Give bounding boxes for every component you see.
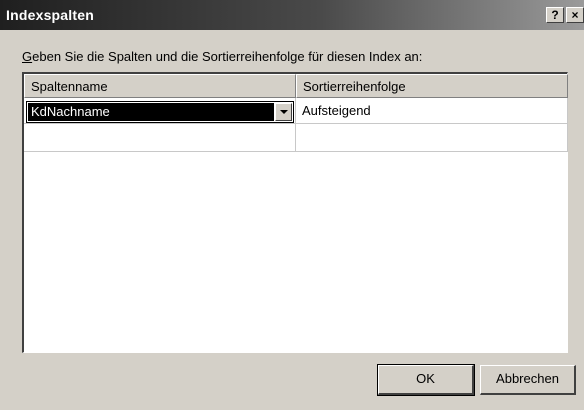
help-button[interactable]: ? xyxy=(546,7,564,23)
chevron-down-icon xyxy=(280,110,288,114)
column-name-combobox[interactable]: KdNachname xyxy=(26,101,294,123)
grid-cell-new-sort-order[interactable] xyxy=(296,124,568,152)
title-bar[interactable]: Indexspalten ? × xyxy=(0,0,584,30)
ok-button[interactable]: OK xyxy=(377,364,475,396)
index-columns-grid[interactable]: Spaltenname Sortierreihenfolge Aufsteige… xyxy=(22,72,568,353)
column-header-spaltenname[interactable]: Spaltenname xyxy=(24,74,296,98)
instruction-accel: G xyxy=(22,49,33,64)
combobox-selected-value[interactable]: KdNachname xyxy=(28,103,274,121)
window-title: Indexspalten xyxy=(6,7,94,23)
grid-cell-new-column-name[interactable] xyxy=(24,124,296,152)
dropdown-button[interactable] xyxy=(275,103,292,121)
instruction-label: Geben Sie die Spalten und die Sortierrei… xyxy=(22,49,422,64)
grid-cell-sort-order[interactable]: Aufsteigend xyxy=(296,98,568,124)
instruction-text: eben Sie die Spalten und die Sortierreih… xyxy=(32,49,423,64)
column-header-sortierreihenfolge[interactable]: Sortierreihenfolge xyxy=(296,74,568,98)
close-button[interactable]: × xyxy=(566,7,584,23)
cancel-button[interactable]: Abbrechen xyxy=(480,365,576,395)
